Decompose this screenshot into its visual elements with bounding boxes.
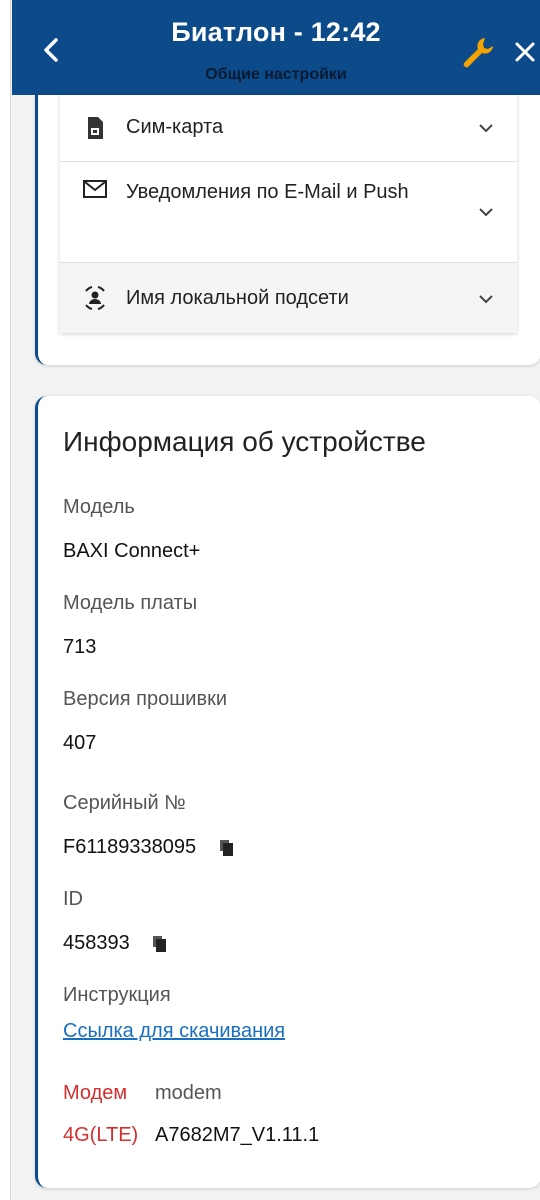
device-info-card: Информация об устройстве Модель BAXI Con… xyxy=(35,396,540,1188)
model-label: Модель xyxy=(63,496,135,518)
firmware-value: 407 xyxy=(63,732,97,754)
modem-value: modem xyxy=(155,1082,222,1104)
accordion-label-sim: Сим-карта xyxy=(126,116,224,138)
wrench-icon xyxy=(463,38,493,68)
app-header: Биатлон - 12:42 Общие настройки xyxy=(12,0,540,95)
serial-label: Серийный № xyxy=(63,792,186,814)
model-value: BAXI Connect+ xyxy=(63,540,201,562)
accordion-label-subnet: Имя локальной подсети xyxy=(126,287,349,309)
board-value: 713 xyxy=(63,636,97,658)
settings-card: Сим-карта Уведомления по E-Mail и Push И… xyxy=(35,95,540,365)
chevron-down-icon xyxy=(479,295,493,304)
close-button[interactable] xyxy=(507,32,540,72)
firmware-label: Версия прошивки xyxy=(63,688,227,710)
wrench-button[interactable] xyxy=(457,32,497,72)
accordion-label-notifications: Уведомления по E-Mail и Push xyxy=(126,181,409,203)
id-row: 458393 xyxy=(63,932,169,955)
close-icon xyxy=(515,42,535,62)
copy-icon[interactable] xyxy=(218,839,236,857)
settings-accordion: Сим-карта Уведомления по E-Mail и Push И… xyxy=(60,95,517,333)
chevron-down-icon xyxy=(479,124,493,133)
manual-download-link[interactable]: Ссылка для скачивания xyxy=(63,1020,285,1043)
accordion-item-notifications[interactable]: Уведомления по E-Mail и Push xyxy=(60,162,517,263)
accordion-item-subnet[interactable]: Имя локальной подсети xyxy=(60,263,517,333)
board-label: Модель платы xyxy=(63,592,198,614)
envelope-icon xyxy=(83,180,107,198)
serial-value: F61189338095 xyxy=(63,836,197,858)
left-edge xyxy=(0,0,11,1200)
modem-firmware-value: A7682M7_V1.11.1 xyxy=(155,1124,320,1146)
id-label: ID xyxy=(63,888,83,910)
network-user-icon xyxy=(85,286,105,310)
manual-label: Инструкция xyxy=(63,984,171,1006)
network-type-label: 4G(LTE) xyxy=(63,1124,139,1146)
modem-label: Модем xyxy=(63,1082,128,1104)
id-value: 458393 xyxy=(63,932,130,954)
accordion-item-sim[interactable]: Сим-карта xyxy=(60,95,517,162)
sim-card-icon xyxy=(88,117,103,139)
copy-icon[interactable] xyxy=(151,935,169,953)
device-info-title: Информация об устройстве xyxy=(63,426,426,457)
chevron-down-icon xyxy=(479,208,493,217)
serial-row: F61189338095 xyxy=(63,836,236,859)
